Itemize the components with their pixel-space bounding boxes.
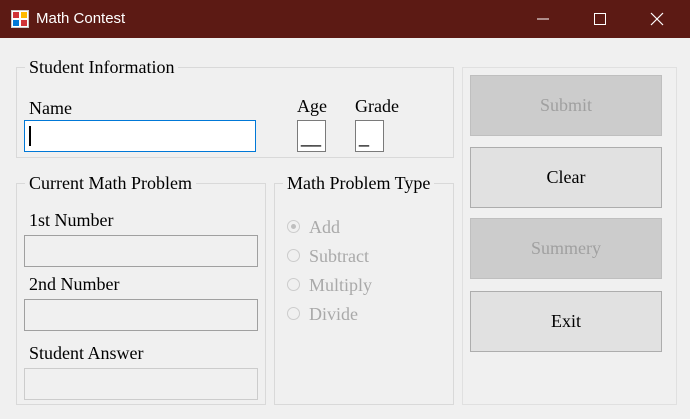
minimize-button[interactable] (520, 0, 566, 38)
exit-button[interactable]: Exit (470, 291, 662, 352)
second-number-field (24, 299, 258, 331)
summery-button[interactable]: Summery (470, 218, 662, 279)
age-label: Age (297, 96, 327, 116)
student-answer-label: Student Answer (29, 343, 144, 363)
radio-add-label: Add (309, 217, 340, 237)
name-input[interactable] (24, 120, 256, 152)
clear-button[interactable]: Clear (470, 147, 662, 208)
close-button[interactable] (634, 0, 680, 38)
student-answer-input[interactable] (24, 368, 258, 400)
window-title: Math Contest (36, 10, 126, 27)
age-value: __ (301, 127, 322, 147)
grade-label: Grade (355, 96, 399, 116)
first-number-label: 1st Number (29, 210, 114, 230)
form-client-area: Student Information Name Age __ Grade _ … (1, 38, 689, 418)
text-caret (29, 126, 31, 146)
name-label: Name (29, 98, 72, 118)
submit-button[interactable]: Submit (470, 75, 662, 136)
radio-subtract-label: Subtract (309, 246, 369, 266)
student-information-legend: Student Information (25, 57, 179, 77)
app-icon (11, 10, 29, 28)
grade-value: _ (359, 127, 370, 147)
grade-input[interactable]: _ (355, 120, 384, 152)
current-math-problem-group: Current Math Problem 1st Number 2nd Numb… (16, 173, 266, 405)
age-input[interactable]: __ (297, 120, 326, 152)
radio-divide-label: Divide (309, 304, 358, 324)
student-information-group: Student Information Name Age __ Grade _ (16, 57, 454, 158)
math-problem-type-legend: Math Problem Type (283, 173, 435, 193)
radio-multiply-label: Multiply (309, 275, 373, 295)
title-bar: Math Contest (0, 0, 690, 38)
first-number-field (24, 235, 258, 267)
math-problem-type-group: Math Problem Type Add Subtract Multiply … (274, 173, 454, 405)
minimize-icon (537, 18, 549, 20)
radio-circle (287, 307, 300, 320)
maximize-button[interactable] (577, 0, 623, 38)
radio-circle (287, 278, 300, 291)
radio-selected-dot (291, 224, 296, 229)
current-math-problem-legend: Current Math Problem (25, 173, 196, 193)
radio-circle (287, 220, 300, 233)
maximize-icon (594, 13, 606, 25)
second-number-label: 2nd Number (29, 274, 120, 294)
close-icon (650, 12, 664, 26)
radio-circle (287, 249, 300, 262)
